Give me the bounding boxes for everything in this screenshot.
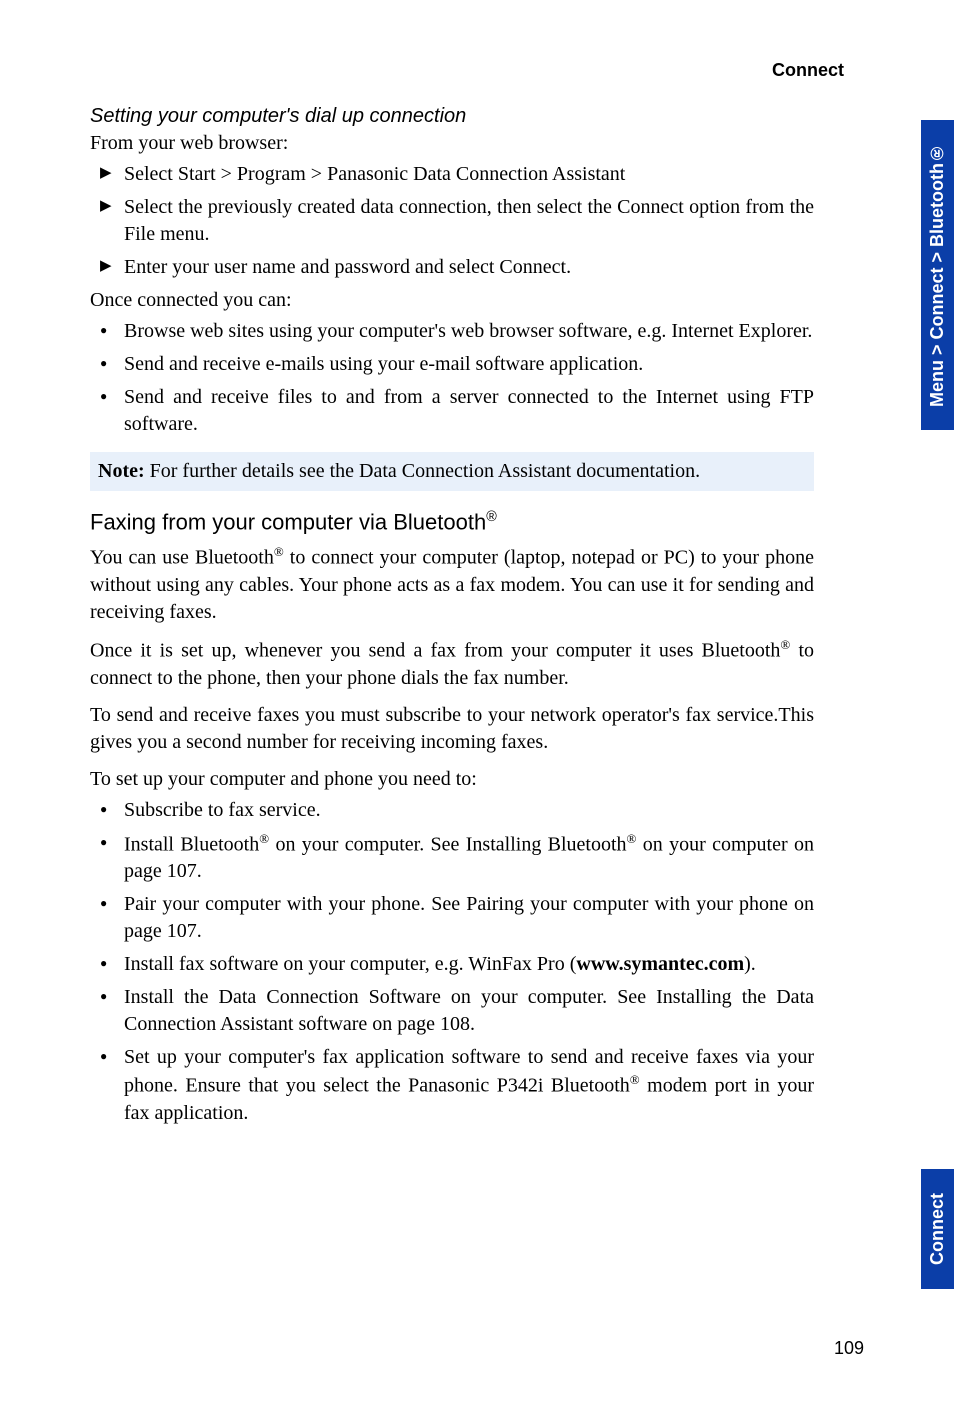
text-fragment: You can use Bluetooth — [90, 547, 274, 569]
registered-icon: ® — [627, 831, 637, 846]
list-item: Browse web sites using your computer's w… — [90, 318, 814, 345]
text-fragment: Once it is set up, whenever you send a f… — [90, 640, 780, 662]
arrow-list: Select Start > Program > Panasonic Data … — [90, 161, 814, 281]
page: Connect Setting your computer's dial up … — [0, 0, 954, 1409]
body-paragraph: You can use Bluetooth® to connect your c… — [90, 543, 814, 626]
text-fragment: Install Bluetooth — [124, 833, 259, 855]
list-item: Select Start > Program > Panasonic Data … — [90, 161, 814, 188]
page-number: 109 — [834, 1338, 864, 1359]
list-item: Enter your user name and password and se… — [90, 254, 814, 281]
side-tab-breadcrumb: Menu > Connect > Bluetooth® — [921, 120, 954, 430]
list-item: Install the Data Connection Software on … — [90, 984, 814, 1038]
bullet-list-2: Subscribe to fax service. Install Blueto… — [90, 797, 814, 1127]
intro-text: From your web browser: — [90, 130, 814, 157]
list-item: Install fax software on your computer, e… — [90, 951, 814, 978]
side-tab-section: Connect — [921, 1169, 954, 1289]
bullet-list-1: Browse web sites using your computer's w… — [90, 318, 814, 438]
body-paragraph: Once it is set up, whenever you send a f… — [90, 636, 814, 692]
note-box: Note: For further details see the Data C… — [90, 452, 814, 491]
text-fragment: Install fax software on your computer, e… — [124, 953, 576, 975]
registered-icon: ® — [486, 509, 497, 525]
registered-icon: ® — [259, 831, 269, 846]
registered-icon: ® — [780, 637, 790, 652]
list-item: Subscribe to fax service. — [90, 797, 814, 824]
list-item: Install Bluetooth® on your computer. See… — [90, 830, 814, 886]
list-item: Pair your computer with your phone. See … — [90, 891, 814, 945]
list-item: Select the previously created data conne… — [90, 194, 814, 248]
list-item: Set up your computer's fax application s… — [90, 1044, 814, 1127]
section-title: Faxing from your computer via Bluetooth® — [90, 509, 814, 535]
note-text: For further details see the Data Connect… — [145, 460, 700, 482]
body-paragraph: To set up your computer and phone you ne… — [90, 766, 814, 793]
subsection-title: Setting your computer's dial up connecti… — [90, 105, 814, 128]
link-text: www.symantec.com — [576, 953, 744, 975]
page-header: Connect — [90, 60, 844, 81]
list-item: Send and receive files to and from a ser… — [90, 384, 814, 438]
registered-icon: ® — [630, 1072, 640, 1087]
list-item: Send and receive e-mails using your e-ma… — [90, 351, 814, 378]
section-title-text: Faxing from your computer via Bluetooth — [90, 509, 486, 534]
body-paragraph: To send and receive faxes you must subsc… — [90, 702, 814, 756]
text-fragment: ). — [744, 953, 756, 975]
once-text: Once connected you can: — [90, 287, 814, 314]
registered-icon: ® — [274, 544, 284, 559]
main-content: Setting your computer's dial up connecti… — [90, 105, 864, 1127]
note-label: Note: — [98, 460, 145, 482]
text-fragment: on your computer. See Installing Bluetoo… — [269, 833, 626, 855]
